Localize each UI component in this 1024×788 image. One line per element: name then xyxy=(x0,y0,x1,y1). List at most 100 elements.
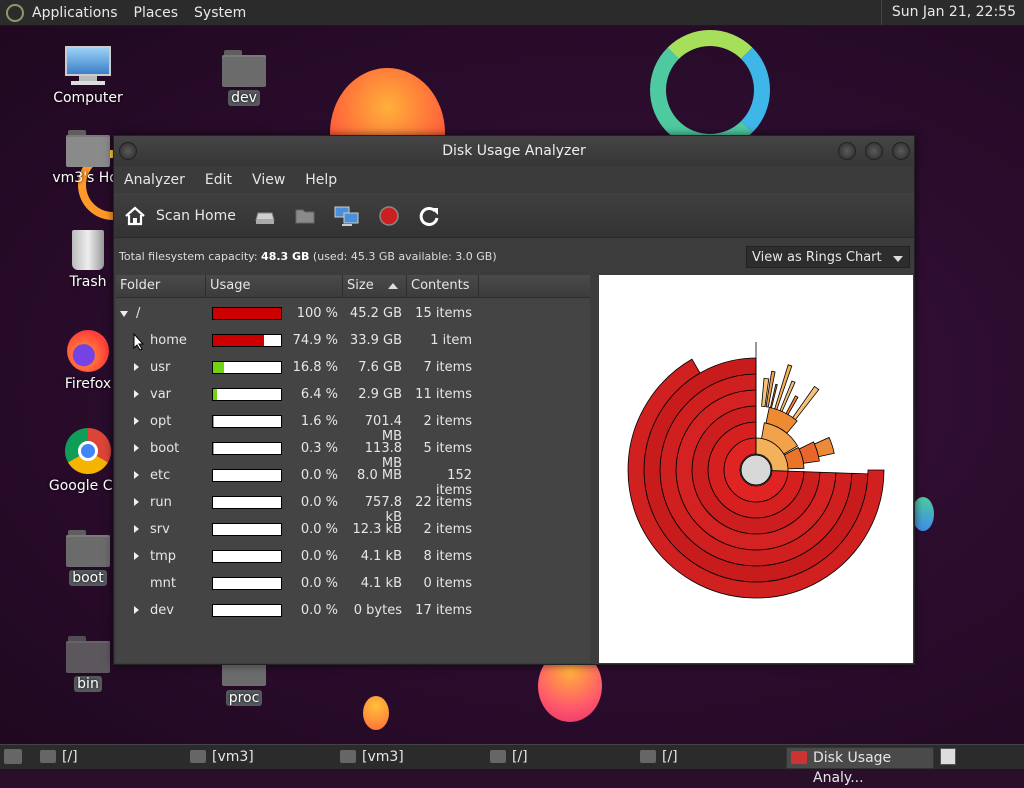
usage-bar xyxy=(212,388,282,401)
folder-icon xyxy=(640,750,656,763)
tree-row[interactable]: usr16.8 %7.6 GB7 items xyxy=(116,354,592,381)
scan-folder-button[interactable] xyxy=(294,205,316,227)
desktop-icon-dev[interactable]: dev xyxy=(199,50,289,106)
panel-menu-places[interactable]: Places xyxy=(126,5,187,21)
pane-separator[interactable] xyxy=(590,275,594,663)
taskbar-item[interactable]: [/] xyxy=(486,747,528,767)
expander-closed-icon[interactable] xyxy=(134,444,139,452)
tree-row[interactable]: /100 %45.2 GB15 items xyxy=(116,300,592,327)
minimize-button[interactable] xyxy=(838,142,856,160)
folder-size: 2.9 GB xyxy=(346,387,402,402)
expander-closed-icon[interactable] xyxy=(134,417,139,425)
scan-home-button[interactable]: Scan Home xyxy=(124,205,236,227)
folder-contents: 7 items xyxy=(412,360,472,375)
tree-row[interactable]: srv0.0 %12.3 kB2 items xyxy=(116,516,592,543)
tree-row[interactable]: opt1.6 %701.4 MB2 items xyxy=(116,408,592,435)
usage-percent: 16.8 % xyxy=(284,360,338,375)
tree-row[interactable]: boot0.3 %113.8 MB5 items xyxy=(116,435,592,462)
expander-closed-icon[interactable] xyxy=(134,606,139,614)
expander-closed-icon[interactable] xyxy=(134,471,139,479)
tree-row[interactable]: mnt0.0 %4.1 kB0 items xyxy=(116,570,592,597)
folder-name: dev xyxy=(150,603,174,618)
usage-percent: 74.9 % xyxy=(284,333,338,348)
close-button[interactable] xyxy=(892,142,910,160)
folder-contents: 2 items xyxy=(412,414,472,429)
usage-bar xyxy=(212,469,282,482)
usage-bar-fill xyxy=(213,308,281,319)
window-titlebar[interactable]: Disk Usage Analyzer xyxy=(114,136,914,166)
expander-open-icon[interactable] xyxy=(120,311,128,317)
scan-remote-button[interactable] xyxy=(334,205,360,227)
column-header-usage[interactable]: Usage xyxy=(206,275,343,297)
column-header-contents[interactable]: Contents xyxy=(407,275,479,297)
expander-closed-icon[interactable] xyxy=(134,525,139,533)
expander-closed-icon[interactable] xyxy=(134,552,139,560)
menubar: Analyzer Edit View Help xyxy=(114,166,914,194)
folder-icon xyxy=(66,530,110,568)
desktop-icon-proc[interactable]: proc xyxy=(199,664,289,706)
tree-row[interactable]: run0.0 %757.8 kB22 items xyxy=(116,489,592,516)
desktop-icon-label: dev xyxy=(228,90,260,106)
folder-size: 12.3 kB xyxy=(346,522,402,537)
usage-percent: 0.0 % xyxy=(284,495,338,510)
distro-logo-icon[interactable] xyxy=(6,4,24,22)
rings-chart-pane[interactable] xyxy=(599,275,913,663)
desktop-icon-computer[interactable]: Computer xyxy=(43,46,133,106)
usage-bar xyxy=(212,307,282,320)
rings-chart[interactable] xyxy=(599,275,913,663)
desktop-icon-label: Computer xyxy=(50,90,126,106)
panel-menu-system[interactable]: System xyxy=(186,5,254,21)
tree-row[interactable]: dev0.0 %0 bytes17 items xyxy=(116,597,592,624)
refresh-button[interactable] xyxy=(418,205,440,227)
filesystem-capacity-text: Total filesystem capacity: 48.3 GB (used… xyxy=(119,250,497,263)
workspace-switcher[interactable] xyxy=(940,748,956,765)
menu-view[interactable]: View xyxy=(242,172,295,188)
folder-size: 8.0 MB xyxy=(346,468,402,483)
menu-help[interactable]: Help xyxy=(295,172,347,188)
tree-row[interactable]: var6.4 %2.9 GB11 items xyxy=(116,381,592,408)
panel-clock[interactable]: Sun Jan 21, 22:55 xyxy=(881,0,1024,25)
folder-name: tmp xyxy=(150,549,176,564)
expander-closed-icon[interactable] xyxy=(134,363,139,371)
home-icon xyxy=(124,205,146,227)
tree-header: Folder Usage Size Contents xyxy=(116,275,592,298)
show-desktop-icon[interactable] xyxy=(4,749,22,764)
taskbar-item[interactable]: [/] xyxy=(36,747,78,767)
folder-name: opt xyxy=(150,414,171,429)
window-menu-button[interactable] xyxy=(119,142,137,160)
usage-bar xyxy=(212,496,282,509)
tree-row[interactable]: etc0.0 %8.0 MB152 items xyxy=(116,462,592,489)
desktop-icon-label: boot xyxy=(69,570,107,586)
taskbar-item[interactable]: [vm3] xyxy=(336,747,404,767)
menu-analyzer[interactable]: Analyzer xyxy=(114,172,195,188)
stop-button[interactable] xyxy=(378,205,400,227)
folder-name: / xyxy=(136,306,140,321)
folder-contents: 17 items xyxy=(412,603,472,618)
view-select-dropdown[interactable]: View as Rings Chart xyxy=(746,246,910,268)
expander-closed-icon[interactable] xyxy=(134,390,139,398)
folder-size: 45.2 GB xyxy=(346,306,402,321)
panel-menu-applications[interactable]: Applications xyxy=(24,5,126,21)
ring-segment-small[interactable] xyxy=(793,386,819,419)
tree-row[interactable]: home74.9 %33.9 GB1 item xyxy=(116,327,592,354)
column-header-size[interactable]: Size xyxy=(343,275,407,297)
folder-icon xyxy=(294,205,316,227)
tree-row[interactable]: tmp0.0 %4.1 kB8 items xyxy=(116,543,592,570)
folder-contents: 5 items xyxy=(412,441,472,456)
folder-icon xyxy=(222,50,266,88)
scan-filesystem-button[interactable] xyxy=(254,205,276,227)
taskbar-item[interactable]: [/] xyxy=(636,747,678,767)
menu-edit[interactable]: Edit xyxy=(195,172,242,188)
info-bar: Total filesystem capacity: 48.3 GB (used… xyxy=(114,238,914,274)
folder-contents: 2 items xyxy=(412,522,472,537)
folder-contents: 11 items xyxy=(412,387,472,402)
taskbar-item-disk-usage-analyzer[interactable]: Disk Usage Analy... xyxy=(786,747,934,769)
column-header-folder[interactable]: Folder xyxy=(116,275,206,297)
maximize-button[interactable] xyxy=(865,142,883,160)
disk-usage-analyzer-window: Disk Usage Analyzer Analyzer Edit View H… xyxy=(113,135,915,665)
expander-closed-icon[interactable] xyxy=(134,498,139,506)
ring-center-root[interactable] xyxy=(741,455,771,485)
taskbar-item[interactable]: [vm3] xyxy=(186,747,254,767)
usage-bar-fill xyxy=(213,362,224,373)
chrome-icon xyxy=(65,428,111,474)
